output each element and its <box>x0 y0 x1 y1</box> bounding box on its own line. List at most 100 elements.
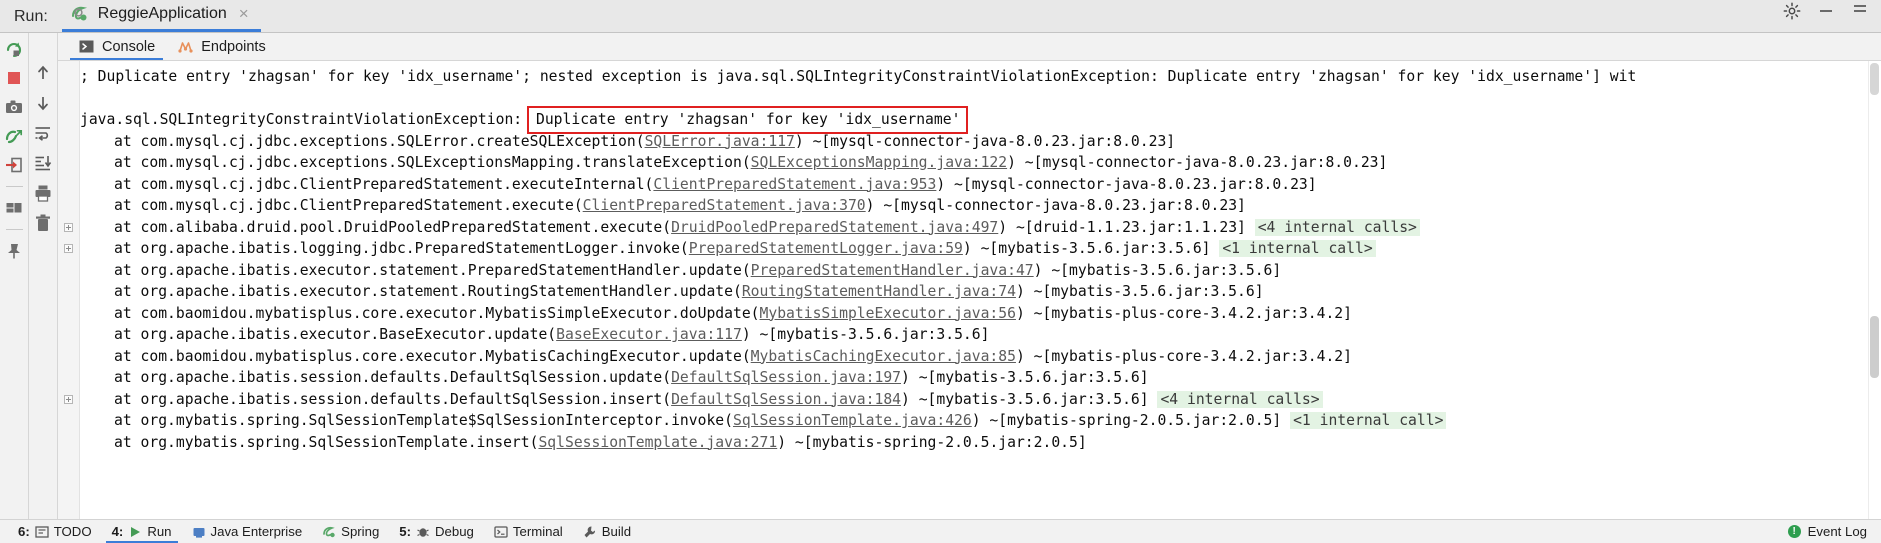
console-line: at com.mysql.cj.jdbc.ClientPreparedState… <box>80 174 1881 196</box>
minimize-icon[interactable] <box>1817 2 1835 25</box>
layout-icon[interactable] <box>4 198 24 218</box>
trash-icon[interactable] <box>33 213 53 233</box>
status-item-shortcut: 5: <box>399 524 412 539</box>
stacktrace-link[interactable]: BaseExecutor.java:117 <box>556 326 742 343</box>
stacktrace-link[interactable]: RoutingStatementHandler.java:74 <box>742 283 1016 300</box>
console-toolbar <box>29 33 58 519</box>
scroll-to-end-icon[interactable] <box>33 153 53 173</box>
console-vertical-scrollbar[interactable] <box>1868 61 1881 519</box>
status-item-java-enterprise[interactable]: Java Enterprise <box>182 520 313 543</box>
status-item-todo[interactable]: 6: TODO <box>8 520 102 543</box>
status-item-debug[interactable]: 5: Debug <box>389 520 484 543</box>
pin-icon[interactable] <box>4 241 24 261</box>
fold-expand-icon[interactable] <box>64 222 73 232</box>
stacktrace-link[interactable]: SQLExceptionsMapping.java:122 <box>751 154 1007 171</box>
gutter-spacer <box>64 266 73 275</box>
hide-icon[interactable] <box>1851 2 1869 25</box>
gear-icon[interactable] <box>1783 2 1801 25</box>
stacktrace-link[interactable]: DefaultSqlSession.java:197 <box>671 369 901 386</box>
thread-dump-icon[interactable] <box>4 126 24 146</box>
stacktrace-link[interactable]: MybatisCachingExecutor.java:85 <box>751 348 1016 365</box>
soft-wrap-icon[interactable] <box>33 123 53 143</box>
stacktrace-link[interactable]: PreparedStatementLogger.java:59 <box>689 240 963 257</box>
stacktrace-link[interactable]: ClientPreparedStatement.java:370 <box>583 197 866 214</box>
build-icon <box>583 525 597 539</box>
console-line: at org.apache.ibatis.executor.BaseExecut… <box>80 324 1881 346</box>
console-line: at org.mybatis.spring.SqlSessionTemplate… <box>80 432 1881 454</box>
run-tab-reggieapplication[interactable]: ReggieApplication × <box>61 1 261 32</box>
gutter-spacer <box>64 72 73 81</box>
run-icon <box>128 525 142 539</box>
console-text-segment: at com.mysql.cj.jdbc.ClientPreparedState… <box>114 175 654 193</box>
internal-calls-badge[interactable]: <4 internal calls> <box>1254 218 1420 236</box>
console-icon <box>78 38 95 55</box>
console-text-segment: at org.mybatis.spring.SqlSessionTemplate… <box>114 433 539 451</box>
run-label: Run: <box>14 8 48 25</box>
console-text-segment: ) ~[mysql-connector-java-8.0.23.jar:8.0.… <box>1007 154 1388 171</box>
stacktrace-link[interactable]: PreparedStatementHandler.java:47 <box>751 262 1034 279</box>
stacktrace-link[interactable]: DruidPooledPreparedStatement.java:497 <box>671 219 998 236</box>
tab-console-label: Console <box>102 38 156 55</box>
status-item-run[interactable]: 4: Run <box>102 520 182 543</box>
console-text-segment: at org.mybatis.spring.SqlSessionTemplate… <box>114 412 733 429</box>
console-text-segment: ) ~[mybatis-spring-2.0.5.jar:2.0.5] <box>971 412 1291 429</box>
stacktrace-link[interactable]: SQLError.java:117 <box>645 133 795 150</box>
gutter-spacer <box>64 94 73 103</box>
console-text-segment: at com.mysql.cj.jdbc.exceptions.SQLExcep… <box>114 154 751 171</box>
gutter-spacer <box>64 309 73 318</box>
console-fold-gutter <box>58 61 80 519</box>
console-line: java.sql.SQLIntegrityConstraintViolation… <box>80 106 1881 134</box>
stacktrace-link[interactable]: MybatisSimpleExecutor.java:56 <box>760 305 1016 322</box>
stacktrace-link[interactable]: ClientPreparedStatement.java:953 <box>653 176 936 193</box>
rerun-icon[interactable] <box>4 39 24 59</box>
status-item-build[interactable]: Build <box>573 520 641 543</box>
gutter-spacer <box>64 416 73 425</box>
run-toolbar-left <box>0 33 29 519</box>
console-line: at com.alibaba.druid.pool.DruidPooledPre… <box>80 217 1881 239</box>
print-icon[interactable] <box>33 183 53 203</box>
console-text-segment: ) ~[mybatis-3.5.6.jar:3.5.6] <box>962 240 1220 257</box>
tab-endpoints-label: Endpoints <box>201 38 266 55</box>
down-arrow-icon[interactable] <box>33 93 53 113</box>
console-text-segment: at com.mysql.cj.jdbc.exceptions.SQLError… <box>114 132 645 150</box>
status-item-label: Java Enterprise <box>210 524 303 539</box>
status-item-terminal[interactable]: Terminal <box>484 520 573 543</box>
gutter-spacer <box>64 352 73 361</box>
console-text[interactable]: ; Duplicate entry 'zhagsan' for key 'idx… <box>80 61 1881 519</box>
console-text-segment: ) ~[mybatis-3.5.6.jar:3.5.6] <box>1033 261 1282 279</box>
event-log-label[interactable]: Event Log <box>1808 524 1867 539</box>
status-item-shortcut: 4: <box>111 524 124 539</box>
stacktrace-link[interactable]: SqlSessionTemplate.java:426 <box>733 412 972 429</box>
console-text-segment: ) ~[mybatis-3.5.6.jar:3.5.6] <box>741 326 990 343</box>
close-icon[interactable]: × <box>235 5 249 22</box>
console-text-segment: ; Duplicate entry 'zhagsan' for key 'idx… <box>80 68 1637 85</box>
tab-console[interactable]: Console <box>68 33 165 60</box>
internal-calls-badge[interactable]: <1 internal call> <box>1290 412 1447 429</box>
stacktrace-link[interactable]: DefaultSqlSession.java:184 <box>671 391 901 408</box>
console-text-segment: at org.apache.ibatis.session.defaults.De… <box>114 390 672 408</box>
open-in-icon[interactable] <box>4 155 24 175</box>
stop-icon[interactable] <box>4 68 24 88</box>
scrollbar-thumb[interactable] <box>1870 316 1879 378</box>
camera-icon[interactable] <box>4 97 24 117</box>
status-item-spring[interactable]: Spring <box>312 520 389 543</box>
console-text-segment: ) ~[mysql-connector-java-8.0.23.jar:8.0.… <box>794 132 1176 150</box>
console-line: at org.apache.ibatis.session.defaults.De… <box>80 367 1881 389</box>
console-text-segment: ) ~[mybatis-plus-core-3.4.2.jar:3.4.2] <box>1015 347 1352 365</box>
up-arrow-icon[interactable] <box>33 63 53 83</box>
fold-expand-icon[interactable] <box>64 394 73 404</box>
status-bar: 6: TODO 4: Run Java Enterprise Spring 5: Debug T… <box>0 519 1881 543</box>
fold-expand-icon[interactable] <box>64 244 73 254</box>
gutter-spacer <box>64 201 73 210</box>
internal-calls-badge[interactable]: <1 internal call> <box>1219 240 1376 257</box>
tab-endpoints[interactable]: Endpoints <box>167 33 276 60</box>
console-line: at com.baomidou.mybatisplus.core.executo… <box>80 346 1881 368</box>
stacktrace-link[interactable]: SqlSessionTemplate.java:271 <box>538 434 777 451</box>
endpoints-icon <box>177 38 194 55</box>
console-text-segment: at org.apache.ibatis.logging.jdbc.Prepar… <box>114 240 689 257</box>
console-line: at org.apache.ibatis.session.defaults.De… <box>80 389 1881 411</box>
internal-calls-badge[interactable]: <4 internal calls> <box>1157 390 1323 408</box>
spring-icon <box>322 525 336 539</box>
java-enterprise-icon <box>192 525 206 539</box>
console-line: at com.baomidou.mybatisplus.core.executo… <box>80 303 1881 325</box>
